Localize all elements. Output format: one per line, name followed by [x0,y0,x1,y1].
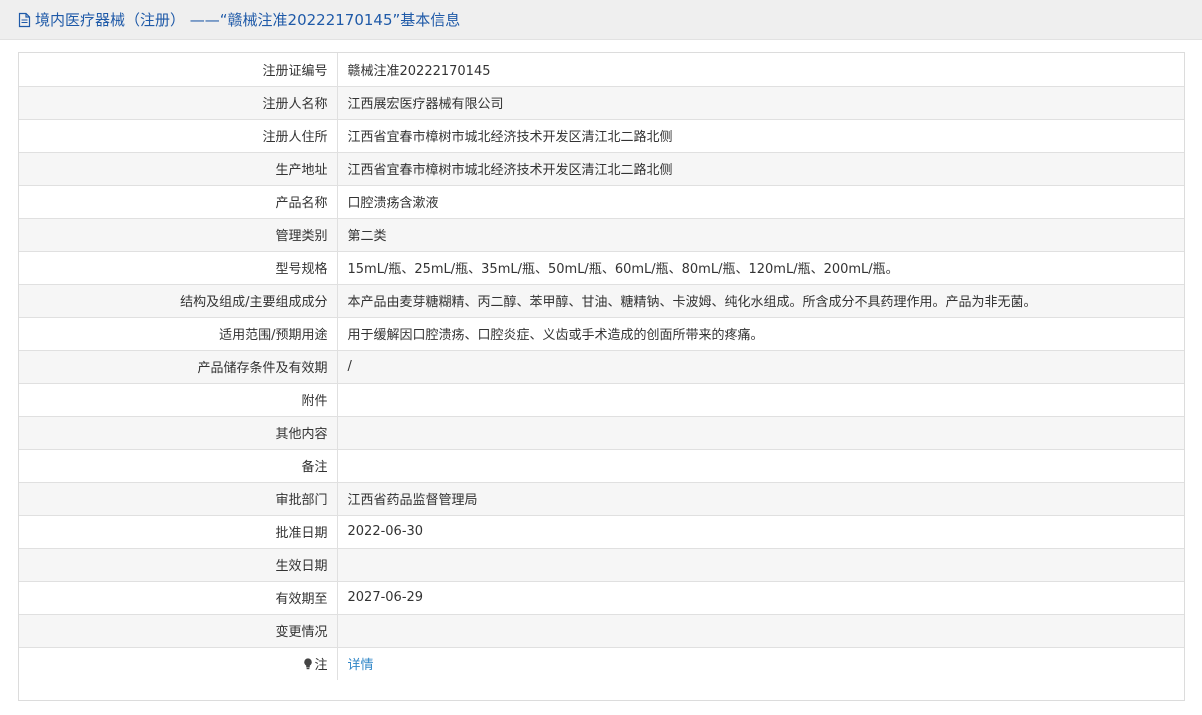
row-label: 注册人住所 [19,119,338,153]
table-row: 生效日期 [19,548,1184,582]
row-value: / [337,350,1184,384]
table-row: 有效期至 2027-06-29 [19,581,1184,615]
table-row: 产品储存条件及有效期 / [19,350,1184,384]
row-label: 型号规格 [19,251,338,285]
table-row: 批准日期 2022-06-30 [19,515,1184,549]
table-row: 型号规格 15mL/瓶、25mL/瓶、35mL/瓶、50mL/瓶、60mL/瓶、… [19,251,1184,285]
page-title: 境内医疗器械（注册） ——“赣械注准20222170145”基本信息 [35,11,461,29]
table-row: 其他内容 [19,416,1184,450]
table-row: 结构及组成/主要组成成分 本产品由麦芽糖糊精、丙二醇、苯甲醇、甘油、糖精钠、卡波… [19,284,1184,318]
row-label: 批准日期 [19,515,338,549]
row-label: 结构及组成/主要组成成分 [19,284,338,318]
row-value [337,548,1184,582]
row-label: 备注 [19,449,338,483]
table-row: 注册人名称 江西展宏医疗器械有限公司 [19,86,1184,120]
row-value: 江西省宜春市樟树市城北经济技术开发区清江北二路北侧 [337,119,1184,153]
row-value [337,449,1184,483]
row-value: 口腔溃疡含漱液 [337,185,1184,219]
info-panel: 注册证编号 赣械注准20222170145 注册人名称 江西展宏医疗器械有限公司… [18,52,1185,701]
table-row: 附件 [19,383,1184,417]
table-row: 生产地址 江西省宜春市樟树市城北经济技术开发区清江北二路北侧 [19,152,1184,186]
table-row: 备注 [19,449,1184,483]
note-value-cell: 详情 [337,647,1184,680]
table-row: 审批部门 江西省药品监督管理局 [19,482,1184,516]
table-row: 产品名称 口腔溃疡含漱液 [19,185,1184,219]
row-value: 15mL/瓶、25mL/瓶、35mL/瓶、50mL/瓶、60mL/瓶、80mL/… [337,251,1184,285]
row-label: 有效期至 [19,581,338,615]
table-row: 管理类别 第二类 [19,218,1184,252]
row-value: 2027-06-29 [337,581,1184,615]
page-header: 境内医疗器械（注册） ——“赣械注准20222170145”基本信息 [0,0,1202,40]
row-label: 适用范围/预期用途 [19,317,338,351]
row-label: 注册人名称 [19,86,338,120]
row-value: 赣械注准20222170145 [337,53,1184,87]
row-label: 生效日期 [19,548,338,582]
row-label: 生产地址 [19,152,338,186]
row-label: 变更情况 [19,614,338,648]
row-value [337,383,1184,417]
row-value: 第二类 [337,218,1184,252]
document-icon [18,12,31,28]
table-row: 注册证编号 赣械注准20222170145 [19,53,1184,87]
row-value: 2022-06-30 [337,515,1184,549]
row-value: 江西省药品监督管理局 [337,482,1184,516]
row-value: 用于缓解因口腔溃疡、口腔炎症、义齿或手术造成的创面所带来的疼痛。 [337,317,1184,351]
row-label: 注册证编号 [19,53,338,87]
info-table: 注册证编号 赣械注准20222170145 注册人名称 江西展宏医疗器械有限公司… [19,53,1184,680]
row-label: 管理类别 [19,218,338,252]
detail-link[interactable]: 详情 [348,658,374,673]
row-value: 本产品由麦芽糖糊精、丙二醇、苯甲醇、甘油、糖精钠、卡波姆、纯化水组成。所含成分不… [337,284,1184,318]
note-row: 注 详情 [19,647,1184,680]
row-label: 审批部门 [19,482,338,516]
note-label: 注 [314,658,328,674]
note-label-cell: 注 [19,647,338,680]
table-row: 变更情况 [19,614,1184,648]
row-label: 附件 [19,383,338,417]
table-row: 适用范围/预期用途 用于缓解因口腔溃疡、口腔炎症、义齿或手术造成的创面所带来的疼… [19,317,1184,351]
row-label: 产品名称 [19,185,338,219]
row-value: 江西省宜春市樟树市城北经济技术开发区清江北二路北侧 [337,152,1184,186]
row-value [337,416,1184,450]
table-row: 注册人住所 江西省宜春市樟树市城北经济技术开发区清江北二路北侧 [19,119,1184,153]
lightbulb-icon [303,658,313,670]
row-label: 产品储存条件及有效期 [19,350,338,384]
row-label: 其他内容 [19,416,338,450]
row-value [337,614,1184,648]
page: 境内医疗器械（注册） ——“赣械注准20222170145”基本信息 注册证编号… [0,0,1202,715]
row-value: 江西展宏医疗器械有限公司 [337,86,1184,120]
